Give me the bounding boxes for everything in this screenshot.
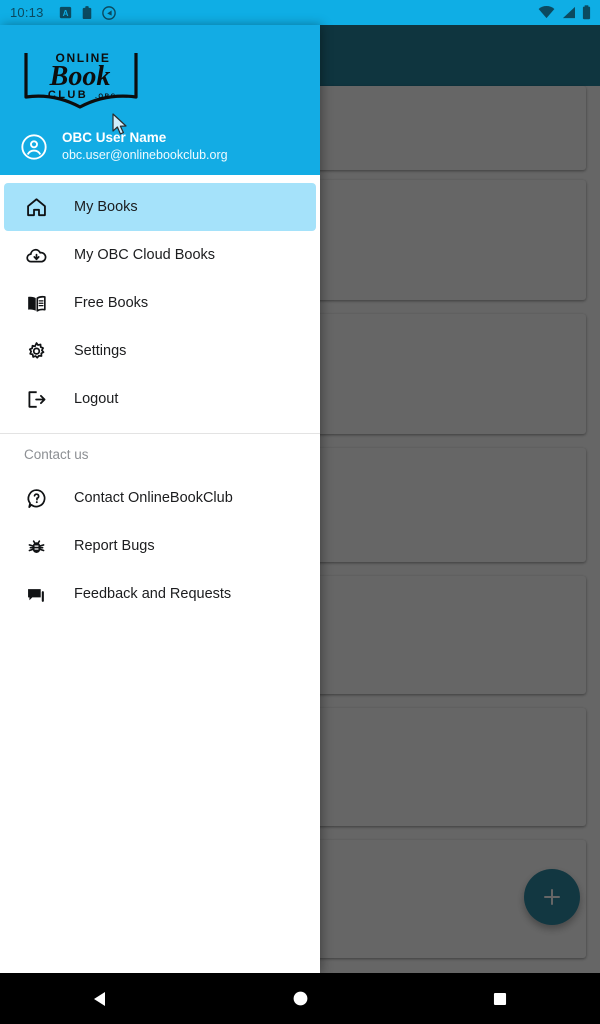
sidebar-item-logout[interactable]: Logout <box>4 375 316 423</box>
drawer-contact-menu: Contact OnlineBookClub Report Bugs Feedb… <box>0 474 320 618</box>
sidebar-item-my-books[interactable]: My Books <box>4 183 316 231</box>
battery-icon <box>582 5 591 20</box>
logo-text-club: CLUB <box>48 89 88 101</box>
drawer-header: ONLINE Book CLUB .ORG OBC User Name obc.… <box>0 25 320 175</box>
user-name: OBC User Name <box>62 130 167 146</box>
sidebar-item-settings[interactable]: Settings <box>4 327 316 375</box>
sidebar-item-contact-onlinebookclub[interactable]: Contact OnlineBookClub <box>4 474 316 522</box>
open-book-icon <box>24 291 48 315</box>
sync-icon <box>101 5 116 20</box>
home-button[interactable] <box>200 990 400 1007</box>
sidebar-item-my-obc-cloud-books[interactable]: My OBC Cloud Books <box>4 231 316 279</box>
user-email: obc.user@onlinebookclub.org <box>62 148 228 163</box>
android-screen: erse? under Great Skies <box>0 0 600 1024</box>
status-bar-system-icons <box>538 5 591 20</box>
clipboard-icon <box>82 5 91 19</box>
logo-text-org: .ORG <box>95 94 117 100</box>
sidebar-item-label: Settings <box>74 343 127 359</box>
recents-button[interactable] <box>400 991 600 1007</box>
sidebar-item-label: Contact OnlineBookClub <box>74 490 233 506</box>
status-bar-clock: 10:13 <box>10 5 44 20</box>
onlinebookclub-logo: ONLINE Book CLUB .ORG <box>20 45 145 115</box>
cellular-signal-icon <box>562 6 575 19</box>
sidebar-item-free-books[interactable]: Free Books <box>4 279 316 327</box>
svg-text:A: A <box>62 9 68 18</box>
sidebar-item-label: Feedback and Requests <box>74 586 232 602</box>
drawer-main-menu: My Books My OBC Cloud Books Free Books S… <box>0 175 320 423</box>
cloud-download-icon <box>24 243 48 267</box>
recents-square-icon <box>493 992 507 1005</box>
status-bar: 10:13 A <box>0 0 600 25</box>
bug-icon <box>24 534 48 558</box>
sidebar-item-label: My Books <box>74 199 138 215</box>
logout-icon <box>24 387 48 411</box>
sidebar-item-label: My OBC Cloud Books <box>74 247 216 263</box>
contact-section-label: Contact us <box>24 446 89 462</box>
app-notification-icon: A <box>59 6 71 19</box>
account-circle-icon <box>21 134 47 160</box>
sidebar-item-report-bugs[interactable]: Report Bugs <box>4 522 316 570</box>
sidebar-item-feedback-and-requests[interactable]: Feedback and Requests <box>4 570 316 618</box>
add-book-fab[interactable] <box>524 869 580 925</box>
sidebar-item-label: Report Bugs <box>74 538 155 554</box>
feedback-chat-icon <box>24 582 48 606</box>
back-triangle-icon <box>94 991 105 1006</box>
wifi-icon <box>538 6 555 19</box>
home-icon <box>24 195 48 219</box>
help-question-icon <box>24 486 48 510</box>
home-circle-icon <box>293 991 307 1006</box>
sidebar-item-label: Free Books <box>74 295 149 311</box>
sidebar-item-label: Logout <box>74 391 119 407</box>
logo-text-book: Book <box>49 61 111 92</box>
drawer-user-row[interactable]: OBC User Name obc.user@onlinebookclub.or… <box>0 130 320 163</box>
gear-icon <box>24 339 48 363</box>
android-navigation-bar <box>0 973 600 1024</box>
back-button[interactable] <box>0 990 200 1008</box>
status-bar-notification-icons: A <box>59 5 116 20</box>
navigation-drawer: ONLINE Book CLUB .ORG OBC User Name obc.… <box>0 25 320 973</box>
plus-icon <box>544 889 560 905</box>
mouse-cursor <box>112 113 130 137</box>
